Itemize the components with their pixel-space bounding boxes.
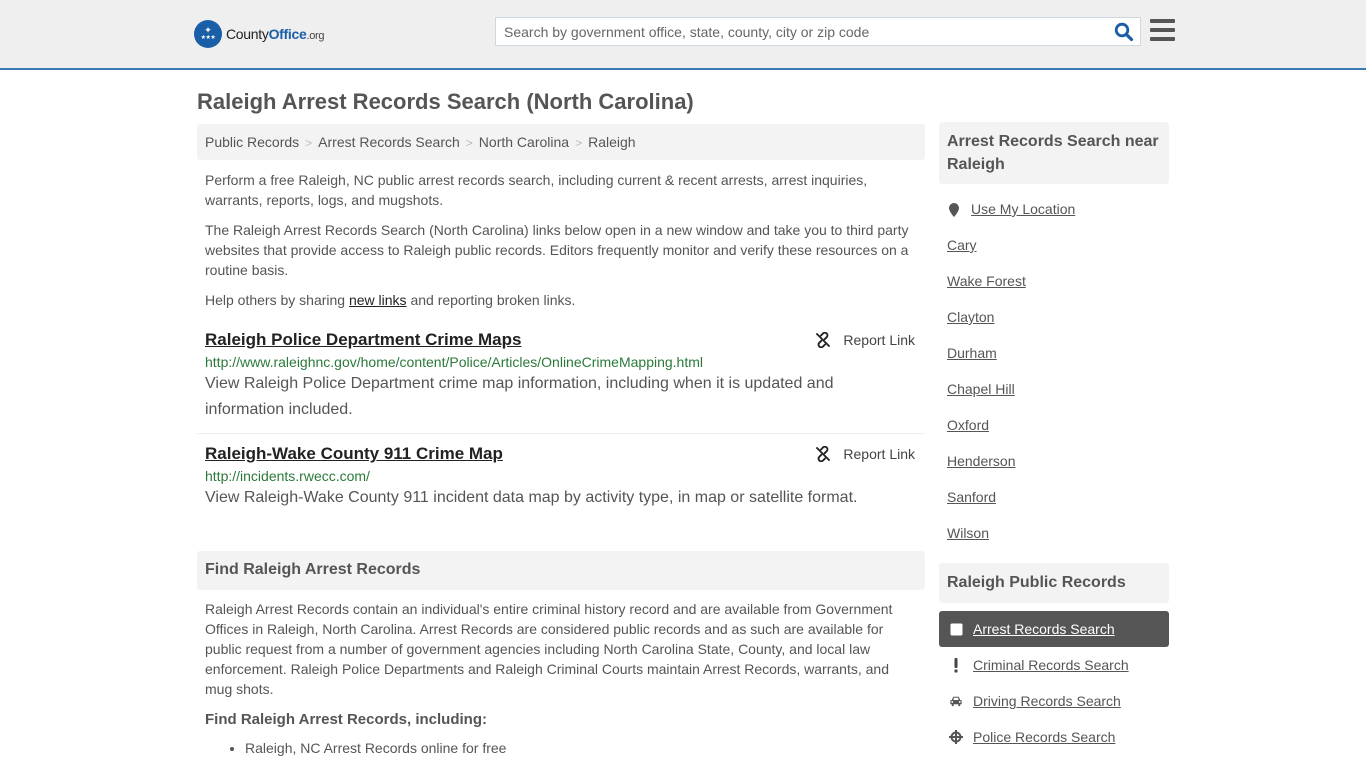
breadcrumb-item[interactable]: North Carolina	[479, 134, 569, 150]
nearby-city-link[interactable]: Wilson	[947, 525, 989, 541]
resource-link-description: View Raleigh Police Department crime map…	[205, 375, 834, 418]
find-records-subheading: Find Raleigh Arrest Records, including:	[205, 711, 487, 728]
public-records-link[interactable]: Driving Records Search	[973, 693, 1121, 709]
nearby-city-item: Chapel Hill	[939, 381, 1169, 417]
site-header: ✦ ★★★ CountyOffice.org	[0, 0, 1366, 70]
main-content: Perform a free Raleigh, NC public arrest…	[197, 160, 925, 758]
nearby-city-item: Oxford	[939, 417, 1169, 453]
use-my-location-link[interactable]: Use My Location	[971, 201, 1075, 217]
hamburger-menu-icon-bar	[1150, 19, 1175, 23]
share-links-paragraph: Help others by sharing new links and rep…	[197, 290, 925, 310]
report-link-label: Report Link	[843, 332, 915, 348]
nearby-city-item: Clayton	[939, 309, 1169, 345]
hamburger-menu-icon-bar	[1150, 28, 1175, 32]
logo-text-office: Office	[268, 26, 307, 42]
nearby-city-link[interactable]: Clayton	[947, 309, 994, 325]
nearby-city-item: Wilson	[939, 525, 1169, 561]
hamburger-menu-button[interactable]	[1150, 19, 1175, 41]
nearby-city-link[interactable]: Oxford	[947, 417, 989, 433]
share-text: Help others by sharing	[205, 292, 349, 308]
intro: Perform a free Raleigh, NC public arrest…	[197, 170, 925, 310]
breadcrumb-item[interactable]: Arrest Records Search	[318, 134, 460, 150]
report-link-label: Report Link	[843, 446, 915, 462]
page-title: Raleigh Arrest Records Search (North Car…	[197, 89, 694, 114]
logo-text: CountyOffice.org	[226, 26, 325, 42]
public-records-heading: Raleigh Public Records	[939, 563, 1169, 603]
resource-link-url[interactable]: http://www.raleighnc.gov/home/content/Po…	[205, 354, 917, 370]
breadcrumb-separator: >	[575, 136, 583, 150]
intro-paragraph: Perform a free Raleigh, NC public arrest…	[205, 172, 868, 208]
resource-link-title[interactable]: Raleigh-Wake County 911 Crime Map	[205, 444, 503, 464]
nearby-list: Use My Location Cary Wake Forest Clayton…	[939, 201, 1169, 561]
public-records-item-driving[interactable]: Driving Records Search	[939, 683, 1169, 719]
breadcrumb-item[interactable]: Raleigh	[588, 134, 635, 150]
breadcrumb: Public Records > Arrest Records Search > Nor…	[197, 124, 925, 160]
sidebar: Arrest Records Search near Raleigh Use M…	[939, 122, 1169, 755]
resource-link-description: View Raleigh-Wake County 911 incident da…	[205, 489, 858, 506]
nearby-city-link[interactable]: Chapel Hill	[947, 381, 1015, 397]
square-icon	[949, 623, 963, 636]
search-icon	[1114, 22, 1134, 42]
nearby-city-item: Wake Forest	[939, 273, 1169, 309]
report-link-button[interactable]: Report Link	[815, 332, 915, 348]
broken-link-icon	[816, 332, 831, 348]
hamburger-menu-icon-bar	[1150, 37, 1175, 41]
new-links-link[interactable]: new links	[349, 292, 407, 308]
logo-text-tld: .org	[306, 30, 325, 42]
search-box	[495, 17, 1141, 46]
logo-text-county: County	[226, 26, 269, 42]
nearby-city-link[interactable]: Sanford	[947, 489, 996, 505]
intro-paragraph: The Raleigh Arrest Records Search (North…	[205, 222, 909, 278]
resource-link-item: Raleigh-Wake County 911 Crime Map http:/…	[197, 434, 925, 521]
nearby-city-item: Henderson	[939, 453, 1169, 489]
resource-link-url[interactable]: http://incidents.rwecc.com/	[205, 468, 917, 484]
map-pin-icon	[949, 203, 959, 217]
public-records-item-arrest[interactable]: Arrest Records Search	[939, 611, 1169, 647]
broken-link-icon	[816, 446, 831, 462]
find-records-paragraph: Raleigh Arrest Records contain an indivi…	[205, 601, 893, 697]
public-records-link[interactable]: Criminal Records Search	[973, 657, 1129, 673]
find-records-list-item: Raleigh, NC Arrest Records online for fr…	[245, 738, 925, 758]
search-input[interactable]	[496, 18, 1106, 45]
nearby-city-item: Durham	[939, 345, 1169, 381]
nearby-city-link[interactable]: Durham	[947, 345, 997, 361]
search-button[interactable]	[1114, 22, 1134, 42]
resource-link-item: Raleigh Police Department Crime Maps htt…	[197, 320, 925, 434]
report-link-button[interactable]: Report Link	[815, 446, 915, 462]
find-records-body: Raleigh Arrest Records contain an indivi…	[197, 599, 925, 758]
car-icon	[949, 695, 963, 707]
public-records-link[interactable]: Police Records Search	[973, 729, 1115, 745]
find-records-heading: Find Raleigh Arrest Records	[197, 551, 925, 590]
breadcrumb-separator: >	[465, 136, 473, 150]
nearby-city-link[interactable]: Henderson	[947, 453, 1016, 469]
exclamation-icon	[949, 657, 963, 673]
public-records-list: Arrest Records Search Criminal Records S…	[939, 611, 1169, 755]
breadcrumb-item[interactable]: Public Records	[205, 134, 299, 150]
nearby-city-item: Sanford	[939, 489, 1169, 525]
find-records-list: Raleigh, NC Arrest Records online for fr…	[197, 738, 925, 758]
eagle-logo-icon: ✦ ★★★	[194, 20, 222, 48]
nearby-heading: Arrest Records Search near Raleigh	[939, 122, 1169, 184]
site-logo[interactable]: ✦ ★★★ CountyOffice.org	[194, 20, 325, 48]
nearby-city-link[interactable]: Cary	[947, 237, 977, 253]
breadcrumb-separator: >	[305, 136, 313, 150]
nearby-city-link[interactable]: Wake Forest	[947, 273, 1026, 289]
resource-link-title[interactable]: Raleigh Police Department Crime Maps	[205, 330, 521, 350]
share-text: and reporting broken links.	[406, 292, 576, 308]
crosshair-icon	[949, 730, 963, 744]
public-records-link[interactable]: Arrest Records Search	[973, 621, 1115, 637]
nearby-city-item: Cary	[939, 237, 1169, 273]
public-records-item-police[interactable]: Police Records Search	[939, 719, 1169, 755]
use-my-location-item: Use My Location	[939, 201, 1169, 237]
public-records-item-criminal[interactable]: Criminal Records Search	[939, 647, 1169, 683]
